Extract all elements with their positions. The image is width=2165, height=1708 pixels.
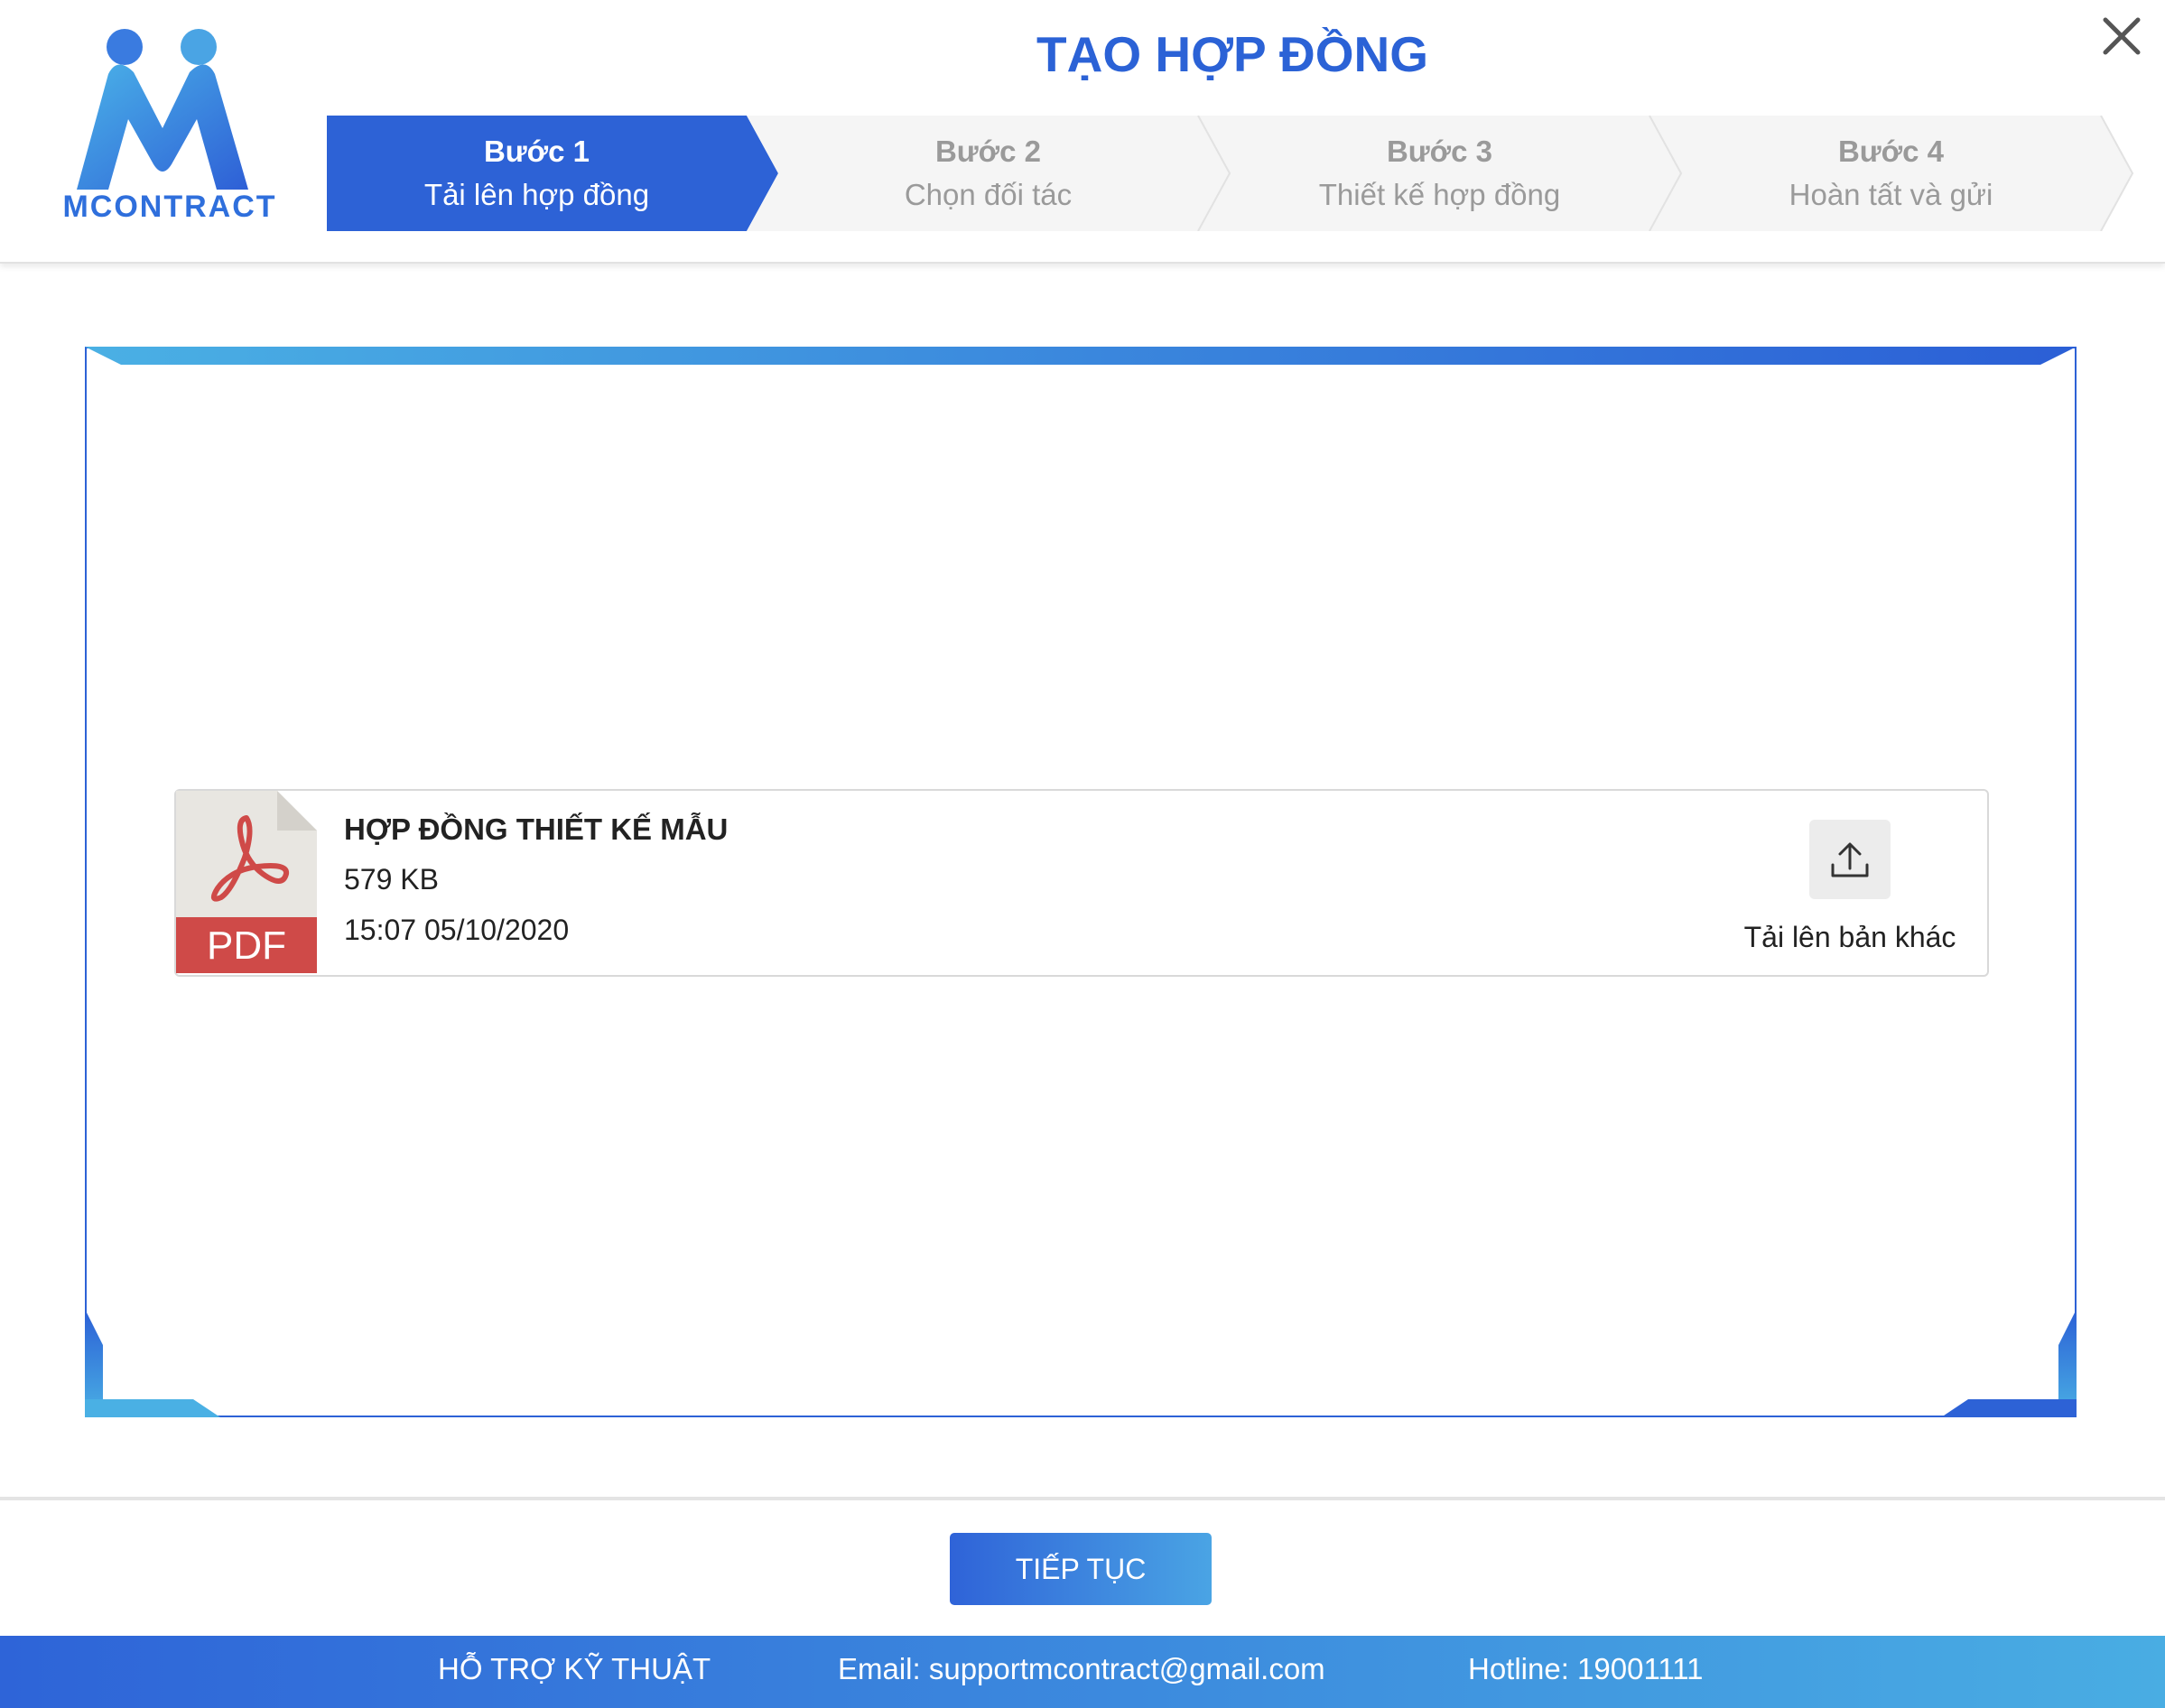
support-heading: HỖ TRỢ KỸ THUẬT [438, 1652, 711, 1685]
upload-another-label[interactable]: Tải lên bản khác [1711, 921, 1989, 954]
step-1-shape[interactable] [327, 116, 778, 231]
close-icon [2103, 17, 2141, 55]
close-button[interactable] [2096, 11, 2147, 61]
pdf-file-icon: PDF [176, 791, 317, 973]
logo-text: MCONTRACT [62, 190, 277, 224]
upload-another-button[interactable] [1809, 820, 1891, 899]
footer-divider [0, 1497, 2165, 1500]
mcontract-logo[interactable]: MCONTRACT [45, 20, 289, 227]
stepper: Bước 1 Tải lên hợp đồng Bước 2 Chọn đối … [327, 116, 2137, 231]
support-hotline[interactable]: Hotline: 19001111 [1468, 1652, 1704, 1686]
support-bar: HỖ TRỢ KỸ THUẬT Email: supportmcontract@… [0, 1636, 2165, 1708]
step-4-shape[interactable] [1649, 116, 2132, 231]
file-date: 15:07 05/10/2020 [344, 914, 570, 946]
file-name: HỢP ĐỒNG THIẾT KẾ MẪU [344, 812, 729, 846]
header: MCONTRACT TẠO HỢP ĐỒNG Bước 1 Tải lên hợ… [0, 0, 2165, 264]
upload-icon [1831, 842, 1869, 877]
file-size: 579 KB [344, 863, 439, 896]
step-2-shape[interactable] [747, 116, 1230, 231]
file-card: PDF HỢP ĐỒNG THIẾT KẾ MẪU 579 KB 15:07 0… [174, 789, 1989, 977]
pdf-type-label: PDF [207, 924, 286, 968]
page-title: TẠO HỢP ĐỒNG [1036, 26, 1428, 82]
step-3-shape[interactable] [1198, 116, 1681, 231]
support-email[interactable]: Email: supportmcontract@gmail.com [838, 1652, 1325, 1686]
continue-button[interactable]: TIẾP TỤC [950, 1533, 1212, 1605]
